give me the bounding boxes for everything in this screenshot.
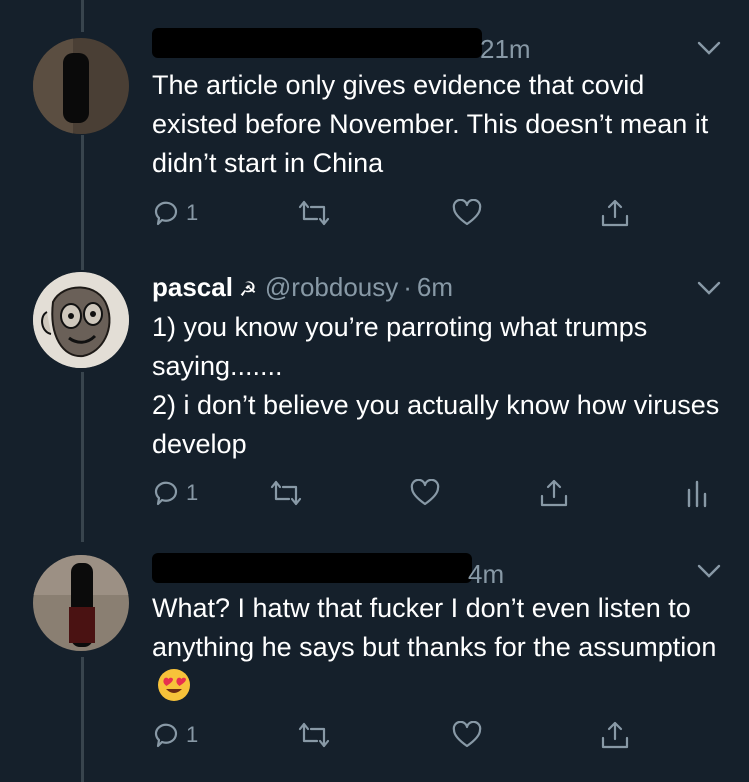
tweet-actions: 1	[152, 720, 732, 750]
like-button[interactable]	[410, 478, 440, 508]
heart-eyes-emoji	[158, 669, 190, 701]
retweet-icon	[298, 200, 330, 226]
tweet-1[interactable]: 21m The article only gives evidence that…	[0, 0, 749, 250]
share-icon	[601, 721, 629, 749]
avatar-photo	[33, 555, 129, 651]
avatar[interactable]	[33, 272, 129, 368]
like-button[interactable]	[452, 720, 482, 750]
share-button[interactable]	[539, 478, 569, 508]
tweet-time: 21m	[480, 34, 531, 64]
reply-button[interactable]: 1	[152, 198, 198, 228]
avatar-photo	[33, 38, 129, 134]
heart-eyes-icon	[159, 670, 189, 700]
user-handle[interactable]: @robdousy	[265, 272, 398, 303]
retweet-button[interactable]	[297, 198, 331, 228]
avatar[interactable]	[33, 555, 129, 651]
tweet-time: 4m	[468, 559, 505, 589]
retweet-icon	[270, 480, 302, 506]
reply-button[interactable]: 1	[152, 720, 198, 750]
tweet-actions: 1	[152, 198, 732, 228]
retweet-icon	[298, 722, 330, 748]
retweet-button[interactable]	[269, 478, 303, 508]
tweet-3[interactable]: 4m What? I hatw that fucker I don’t even…	[0, 535, 749, 782]
tweet-2[interactable]: pascal ☭ @robdousy · 6m 1) you know you’…	[0, 250, 749, 535]
share-button[interactable]	[600, 198, 630, 228]
tweet-text: The article only gives evidence that cov…	[152, 70, 709, 178]
avatar-drawing	[33, 272, 129, 368]
tweet-actions: 1	[152, 478, 732, 508]
redacted-name	[152, 553, 472, 583]
tweet-header: 4m	[152, 553, 504, 590]
redacted-name	[152, 28, 482, 58]
chevron-down-icon[interactable]	[697, 40, 721, 56]
share-icon	[540, 479, 568, 507]
tweet-header: pascal ☭ @robdousy · 6m	[152, 272, 453, 303]
like-icon	[410, 479, 440, 506]
share-icon	[601, 199, 629, 227]
reply-icon	[154, 201, 178, 226]
reply-count: 1	[186, 480, 199, 505]
like-button[interactable]	[452, 198, 482, 228]
tweet-text: 1) you know you’re parroting what trumps…	[152, 312, 720, 459]
reply-count: 1	[186, 722, 199, 747]
tweet-text: What? I hatw that fucker I don’t even li…	[152, 589, 732, 706]
reply-button[interactable]: 1	[152, 478, 198, 508]
tweet-header: 21m	[152, 28, 531, 65]
retweet-button[interactable]	[297, 720, 331, 750]
chevron-down-icon[interactable]	[697, 280, 721, 296]
like-icon	[452, 721, 482, 748]
tweet-text-content: What? I hatw that fucker I don’t even li…	[152, 593, 717, 662]
name-symbol: ☭	[238, 279, 257, 301]
like-icon	[452, 199, 482, 226]
reply-icon	[154, 481, 178, 506]
tweet-time: 6m	[416, 272, 454, 302]
display-name[interactable]: pascal	[152, 272, 233, 303]
reply-icon	[154, 723, 178, 748]
avatar[interactable]	[33, 38, 129, 134]
analytics-icon	[687, 480, 707, 508]
analytics-button[interactable]	[685, 478, 709, 508]
separator: ·	[403, 272, 412, 302]
chevron-down-icon[interactable]	[697, 563, 721, 579]
share-button[interactable]	[600, 720, 630, 750]
reply-count: 1	[186, 200, 199, 225]
